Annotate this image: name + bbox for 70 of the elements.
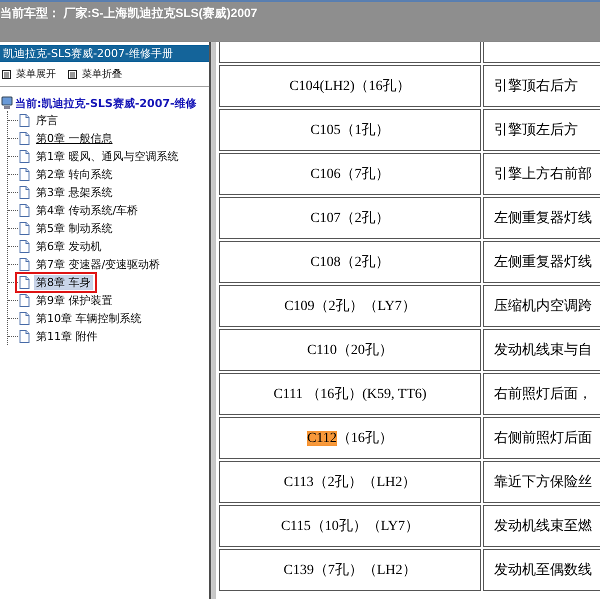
document-icon xyxy=(19,132,30,144)
document-icon xyxy=(19,114,30,126)
connector-code: C111 xyxy=(273,387,303,402)
tree-item[interactable]: 第11章 附件 xyxy=(34,328,100,344)
table-cell: 压缩机内空调跨 xyxy=(483,285,600,327)
menu-toggle-button[interactable]: 菜单展开 xyxy=(2,67,56,81)
connector-spec: （2孔） xyxy=(340,255,390,270)
table-cell: 左侧重复器灯线 xyxy=(483,197,600,239)
document-icon xyxy=(19,168,30,180)
document-icon xyxy=(19,330,30,342)
document-icon xyxy=(19,312,30,324)
connector-code: C105 xyxy=(310,123,341,138)
document-icon xyxy=(19,204,30,216)
tree-item[interactable]: 第4章 传动系统/车桥 xyxy=(34,202,140,218)
table-cell: 右前照灯后面， xyxy=(483,373,600,415)
connector-code: C109 xyxy=(284,299,315,314)
list-icon xyxy=(2,70,11,78)
tree-item[interactable]: 序言 xyxy=(34,112,60,128)
connector-spec: （20孔） xyxy=(336,343,393,358)
tree-item[interactable]: 第9章 保护装置 xyxy=(34,292,114,308)
list-icon xyxy=(68,70,77,78)
document-icon xyxy=(19,258,30,270)
search-highlight: C112 xyxy=(307,431,337,446)
tree-item[interactable]: 第10章 车辆控制系统 xyxy=(34,310,144,326)
connector-spec: （2孔） xyxy=(340,211,390,226)
connector-spec: （2孔）（LH2） xyxy=(314,475,416,490)
document-icon xyxy=(19,240,30,252)
document-icon xyxy=(19,294,30,306)
connector-spec: （1孔） xyxy=(340,123,390,138)
connector-spec: （16孔）(K59, TT6) xyxy=(305,387,427,402)
table-cell: 右侧前照灯后面 xyxy=(483,417,600,459)
document-icon xyxy=(19,186,30,198)
tree-item[interactable]: 第7章 变速器/变速驱动桥 xyxy=(34,256,162,272)
connector-code: C115 xyxy=(280,519,311,534)
connector-code: C106 xyxy=(310,167,341,182)
document-icon xyxy=(19,276,30,288)
connector-spec: （10孔）（LY7） xyxy=(310,519,420,534)
table-cell: 发动机线束至燃 xyxy=(483,505,600,547)
document-icon xyxy=(19,222,30,234)
connector-code: C107 xyxy=(310,211,341,226)
table-cell: 发动机线束与自 xyxy=(483,329,600,371)
tree-item[interactable]: 第0章 一般信息 xyxy=(34,130,114,146)
connector-code: C139 xyxy=(283,563,314,578)
table-cell: 左侧重复器灯线 xyxy=(483,241,600,283)
menu-toggle-button[interactable]: 菜单折叠 xyxy=(68,67,122,81)
tree-item[interactable]: 第1章 暖风、通风与空调系统 xyxy=(34,148,180,164)
document-icon xyxy=(19,150,30,162)
computer-icon xyxy=(1,96,13,110)
connector-code: C108 xyxy=(310,255,341,270)
connector-spec: （2孔）（LY7） xyxy=(314,299,416,314)
tree-root-label[interactable]: 当前:凯迪拉克-SLS赛威-2007-维修 xyxy=(15,96,197,110)
connector-code: C104(LH2) xyxy=(289,79,355,94)
connector-spec: （16孔） xyxy=(354,79,411,94)
tree-item[interactable]: 第2章 转向系统 xyxy=(34,166,114,182)
tree-item[interactable]: 第6章 发动机 xyxy=(34,238,104,254)
connector-code: C110 xyxy=(307,343,337,358)
table-cell: 靠近下方保险丝 xyxy=(483,461,600,503)
connector-spec: （16孔） xyxy=(336,431,393,446)
connector-spec: （7孔）（LH2） xyxy=(314,563,416,578)
tree-item[interactable]: 第8章 车身 xyxy=(34,274,92,290)
table-cell: 引擎顶右后方 xyxy=(483,65,600,107)
table-cell: 引擎上方右前部 xyxy=(483,153,600,195)
table-cell: 发动机至偶数线 xyxy=(483,549,600,591)
table-cell: 引擎顶左后方 xyxy=(483,109,600,151)
tree-item[interactable]: 第5章 制动系统 xyxy=(34,220,114,236)
sidebar-title: 凯迪拉克-SLS赛威-2007-维修手册 xyxy=(0,45,209,62)
connector-code: C113 xyxy=(284,475,314,490)
header-title: 当前车型： 厂家:S-上海凯迪拉克SLS(赛威)2007 xyxy=(0,5,258,22)
connector-spec: （7孔） xyxy=(340,167,390,182)
tree-item[interactable]: 第3章 悬架系统 xyxy=(34,184,114,200)
